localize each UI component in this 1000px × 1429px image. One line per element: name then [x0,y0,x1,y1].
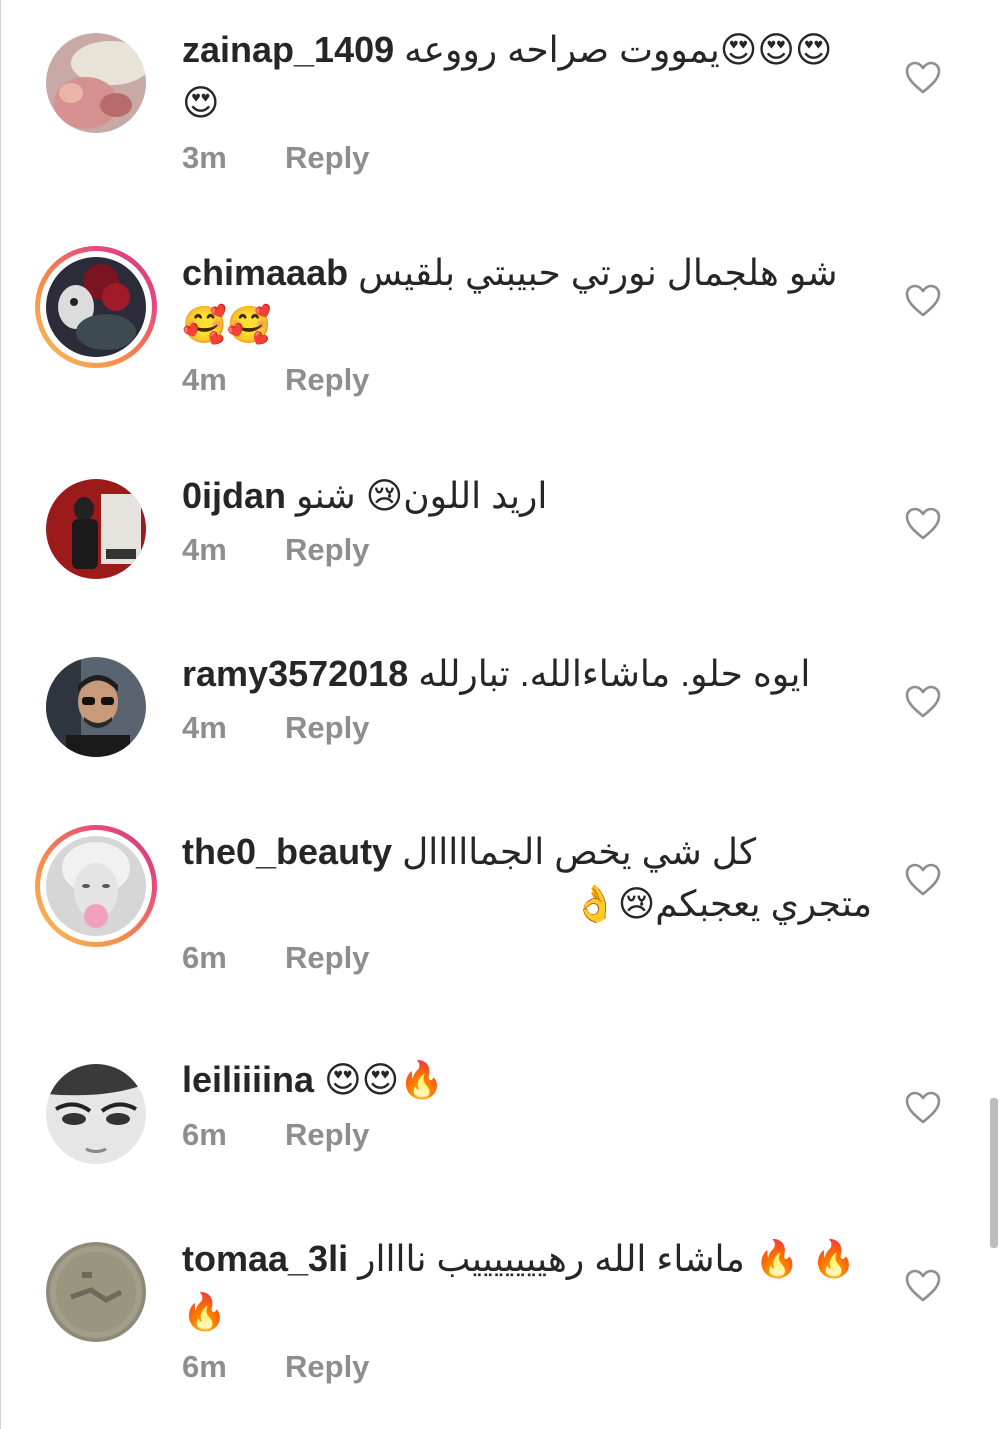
comment-text: اريد اللون😢 شنو [296,475,548,516]
emoji-group: 😍 [182,83,220,124]
comment-line-2: متجري يعجبكم😢👌 [182,878,872,930]
comment-text-continued: متجري يعجبكم😢👌 [572,883,872,924]
timestamp: 4m [182,532,227,567]
heart-outline-icon[interactable] [905,685,941,719]
comment-meta: 4m Reply [182,362,882,398]
comment-meta: 6m Reply [182,940,882,976]
heart-outline-icon[interactable] [905,507,941,541]
username[interactable]: chimaaab [182,252,348,293]
comment-meta: 6m Reply [182,1349,882,1385]
avatar[interactable] [46,479,146,579]
comment-line-1: the0_beauty كل شي يخص الجمااااال [182,826,882,878]
username[interactable]: tomaa_3li [182,1238,348,1279]
comment-line-2: 🔥 [182,1286,882,1339]
comments-list: zainap_1409 يمووت صراحه رووعه😍😍😍 😍 3m Rep… [0,0,1000,1429]
avatar-image [46,33,146,133]
avatar-frame [40,830,152,942]
avatar-image [46,1242,146,1342]
avatar-image [46,836,146,936]
comment-line-1: zainap_1409 يمووت صراحه رووعه😍😍😍 [182,24,882,77]
comment-meta: 4m Reply [182,532,882,568]
username[interactable]: 0ijdan [182,475,286,516]
reply-button[interactable]: Reply [285,710,369,746]
comment-text: شو هلجمال نورتي حبيبتي بلقيس [358,252,838,293]
emoji-group: 😍😍😍 [719,30,833,71]
avatar[interactable] [46,657,146,757]
emoji-group: 🔥 🔥 [754,1239,856,1280]
heart-outline-icon[interactable] [905,1091,941,1125]
username[interactable]: the0_beauty [182,831,392,872]
reply-button[interactable]: Reply [285,532,369,568]
heart-outline-icon[interactable] [905,1269,941,1303]
timestamp: 4m [182,362,227,397]
comment-line-2: 🥰🥰 [182,299,882,352]
comment-line-1: 0ijdan اريد اللون😢 شنو [182,470,882,522]
comment-text: كل شي يخص الجمااااال [402,831,757,872]
avatar[interactable] [46,1242,146,1342]
avatar-image [46,657,146,757]
scrollbar-thumb[interactable] [990,1098,998,1248]
timestamp: 6m [182,940,227,975]
avatar[interactable] [35,246,157,368]
avatar-image [46,479,146,579]
comment-text: ايوه حلو. ماشاءالله. تبارلله [418,653,811,694]
comment-line-2: 😍 [182,77,882,130]
heart-outline-icon[interactable] [905,284,941,318]
reply-button[interactable]: Reply [285,362,369,398]
reply-button[interactable]: Reply [285,940,369,976]
timestamp: 6m [182,1349,227,1384]
emoji-group: 🥰🥰 [182,305,272,346]
comment-text: ماشاء الله رهيييييييب ناااار [358,1238,745,1279]
avatar-frame [40,251,152,363]
avatar[interactable] [35,825,157,947]
timestamp: 3m [182,140,227,175]
comment-line-1: chimaaab شو هلجمال نورتي حبيبتي بلقيس [182,247,882,299]
username[interactable]: zainap_1409 [182,29,394,70]
comment-line-1: leiliiiina 😍😍🔥 [182,1054,882,1107]
timestamp: 6m [182,1117,227,1152]
emoji-group: 😍😍🔥 [324,1060,444,1101]
heart-outline-icon[interactable] [905,61,941,95]
username[interactable]: leiliiiina [182,1059,314,1100]
comment-meta: 3m Reply [182,140,882,176]
heart-outline-icon[interactable] [905,863,941,897]
username[interactable]: ramy3572018 [182,653,408,694]
reply-button[interactable]: Reply [285,140,369,176]
comment-line-1: tomaa_3li ماشاء الله رهيييييييب ناااار 🔥… [182,1233,882,1286]
emoji-group: 🔥 [182,1292,227,1333]
avatar-image [46,257,146,357]
comment-meta: 4m Reply [182,710,882,746]
comment-meta: 6m Reply [182,1117,882,1153]
reply-button[interactable]: Reply [285,1117,369,1153]
comment-line-1: ramy3572018 ايوه حلو. ماشاءالله. تبارلله [182,648,882,700]
avatar[interactable] [46,1064,146,1164]
avatar-image [46,1064,146,1164]
reply-button[interactable]: Reply [285,1349,369,1385]
timestamp: 4m [182,710,227,745]
comment-text: يمووت صراحه رووعه [404,29,720,70]
avatar[interactable] [46,33,146,133]
